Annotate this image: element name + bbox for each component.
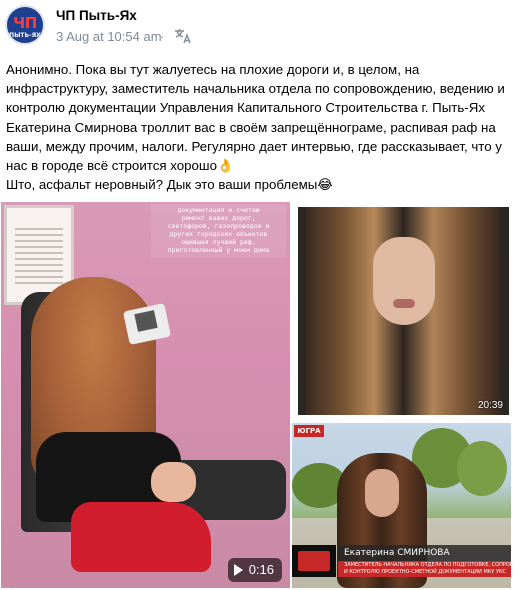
caption-line: других городских объектов [169,230,268,238]
post-timestamp[interactable]: 3 Aug at 10:54 am [56,29,162,44]
avatar-text-top: ЧП [13,14,37,32]
post-text-line: контролю документации Управления Капитал… [6,100,485,116]
video-attachment[interactable]: документация и считаю ремонт ваших дорог… [1,202,290,588]
photo-attachment-tv-interview[interactable]: ЮГРА Екатерина СМИРНОВА ЗАМЕСТИТЕЛЬ НАЧА… [292,423,511,588]
avatar-text-bottom: ПЫТЬ-ЯХ [9,32,41,39]
post-text-line: Екатерина Смирнова троллит вас в своём з… [6,119,496,135]
post-text-line: инфраструктуру, заместитель начальника о… [6,81,505,97]
portrait-lips [393,299,415,308]
portrait-face [373,237,435,325]
photo-attachment-portrait[interactable]: 20:39 [298,207,509,415]
post-text-line: ваши, между прочим, налоги. Регулярно да… [6,138,502,154]
lower-third-title: ЗАМЕСТИТЕЛЬ НАЧАЛЬНИКА ОТДЕЛА ПО ПОДГОТО… [338,561,511,577]
caption-line: ремонт ваших дорог, [181,214,256,222]
post-body-text: Анонимно. Пока вы тут жалуетесь на плохи… [6,60,518,194]
caption-line: приготовленный у моем дома [167,246,270,254]
red-skirt [71,502,211,572]
post-text-line: нас в городе всё строится хорошо👌 [6,158,234,174]
tree [457,441,507,496]
lower-third-name: Екатерина СМИРНОВА [338,545,511,561]
video-caption-overlay: документация и считаю ремонт ваших дорог… [151,204,286,258]
translate-icon[interactable] [174,27,192,45]
lower-third-title-line: И КОНТРОЛЮ ПРОЕКТНО-СМЕТНОЙ ДОКУМЕНТАЦИИ… [344,569,507,575]
post-header: ЧП ПЫТЬ-ЯХ ЧП Пыть-Ях 3 Aug at 10:54 am … [0,0,523,56]
timestamp-separator: · [160,29,165,44]
caption-line: ощившая лучший раф, [181,238,256,246]
lower-third-title-line: ЗАМЕСТИТЕЛЬ НАЧАЛЬНИКА ОТДЕЛА ПО ПОДГОТО… [344,562,511,568]
post-text-line: Што, асфальт неровный? Дык это ваши проб… [6,177,333,193]
tv-lower-third: Екатерина СМИРНОВА ЗАМЕСТИТЕЛЬ НАЧАЛЬНИК… [292,545,511,577]
photo-badge: 20:39 [477,400,503,411]
tv-channel-logo: ЮГРА [294,425,324,437]
post-text-line: Анонимно. Пока вы тут жалуетесь на плохи… [6,62,420,77]
group-avatar[interactable]: ЧП ПЫТЬ-ЯХ [5,5,45,45]
caption-line: светофоров, газопроводов и [167,222,270,230]
play-icon [233,564,243,576]
group-name-link[interactable]: ЧП Пыть-Ях [56,8,137,23]
video-duration-badge[interactable]: 0:16 [227,558,282,582]
caption-line: документация и считаю [177,206,260,214]
woman-leg [151,462,196,502]
video-duration: 0:16 [248,562,274,577]
